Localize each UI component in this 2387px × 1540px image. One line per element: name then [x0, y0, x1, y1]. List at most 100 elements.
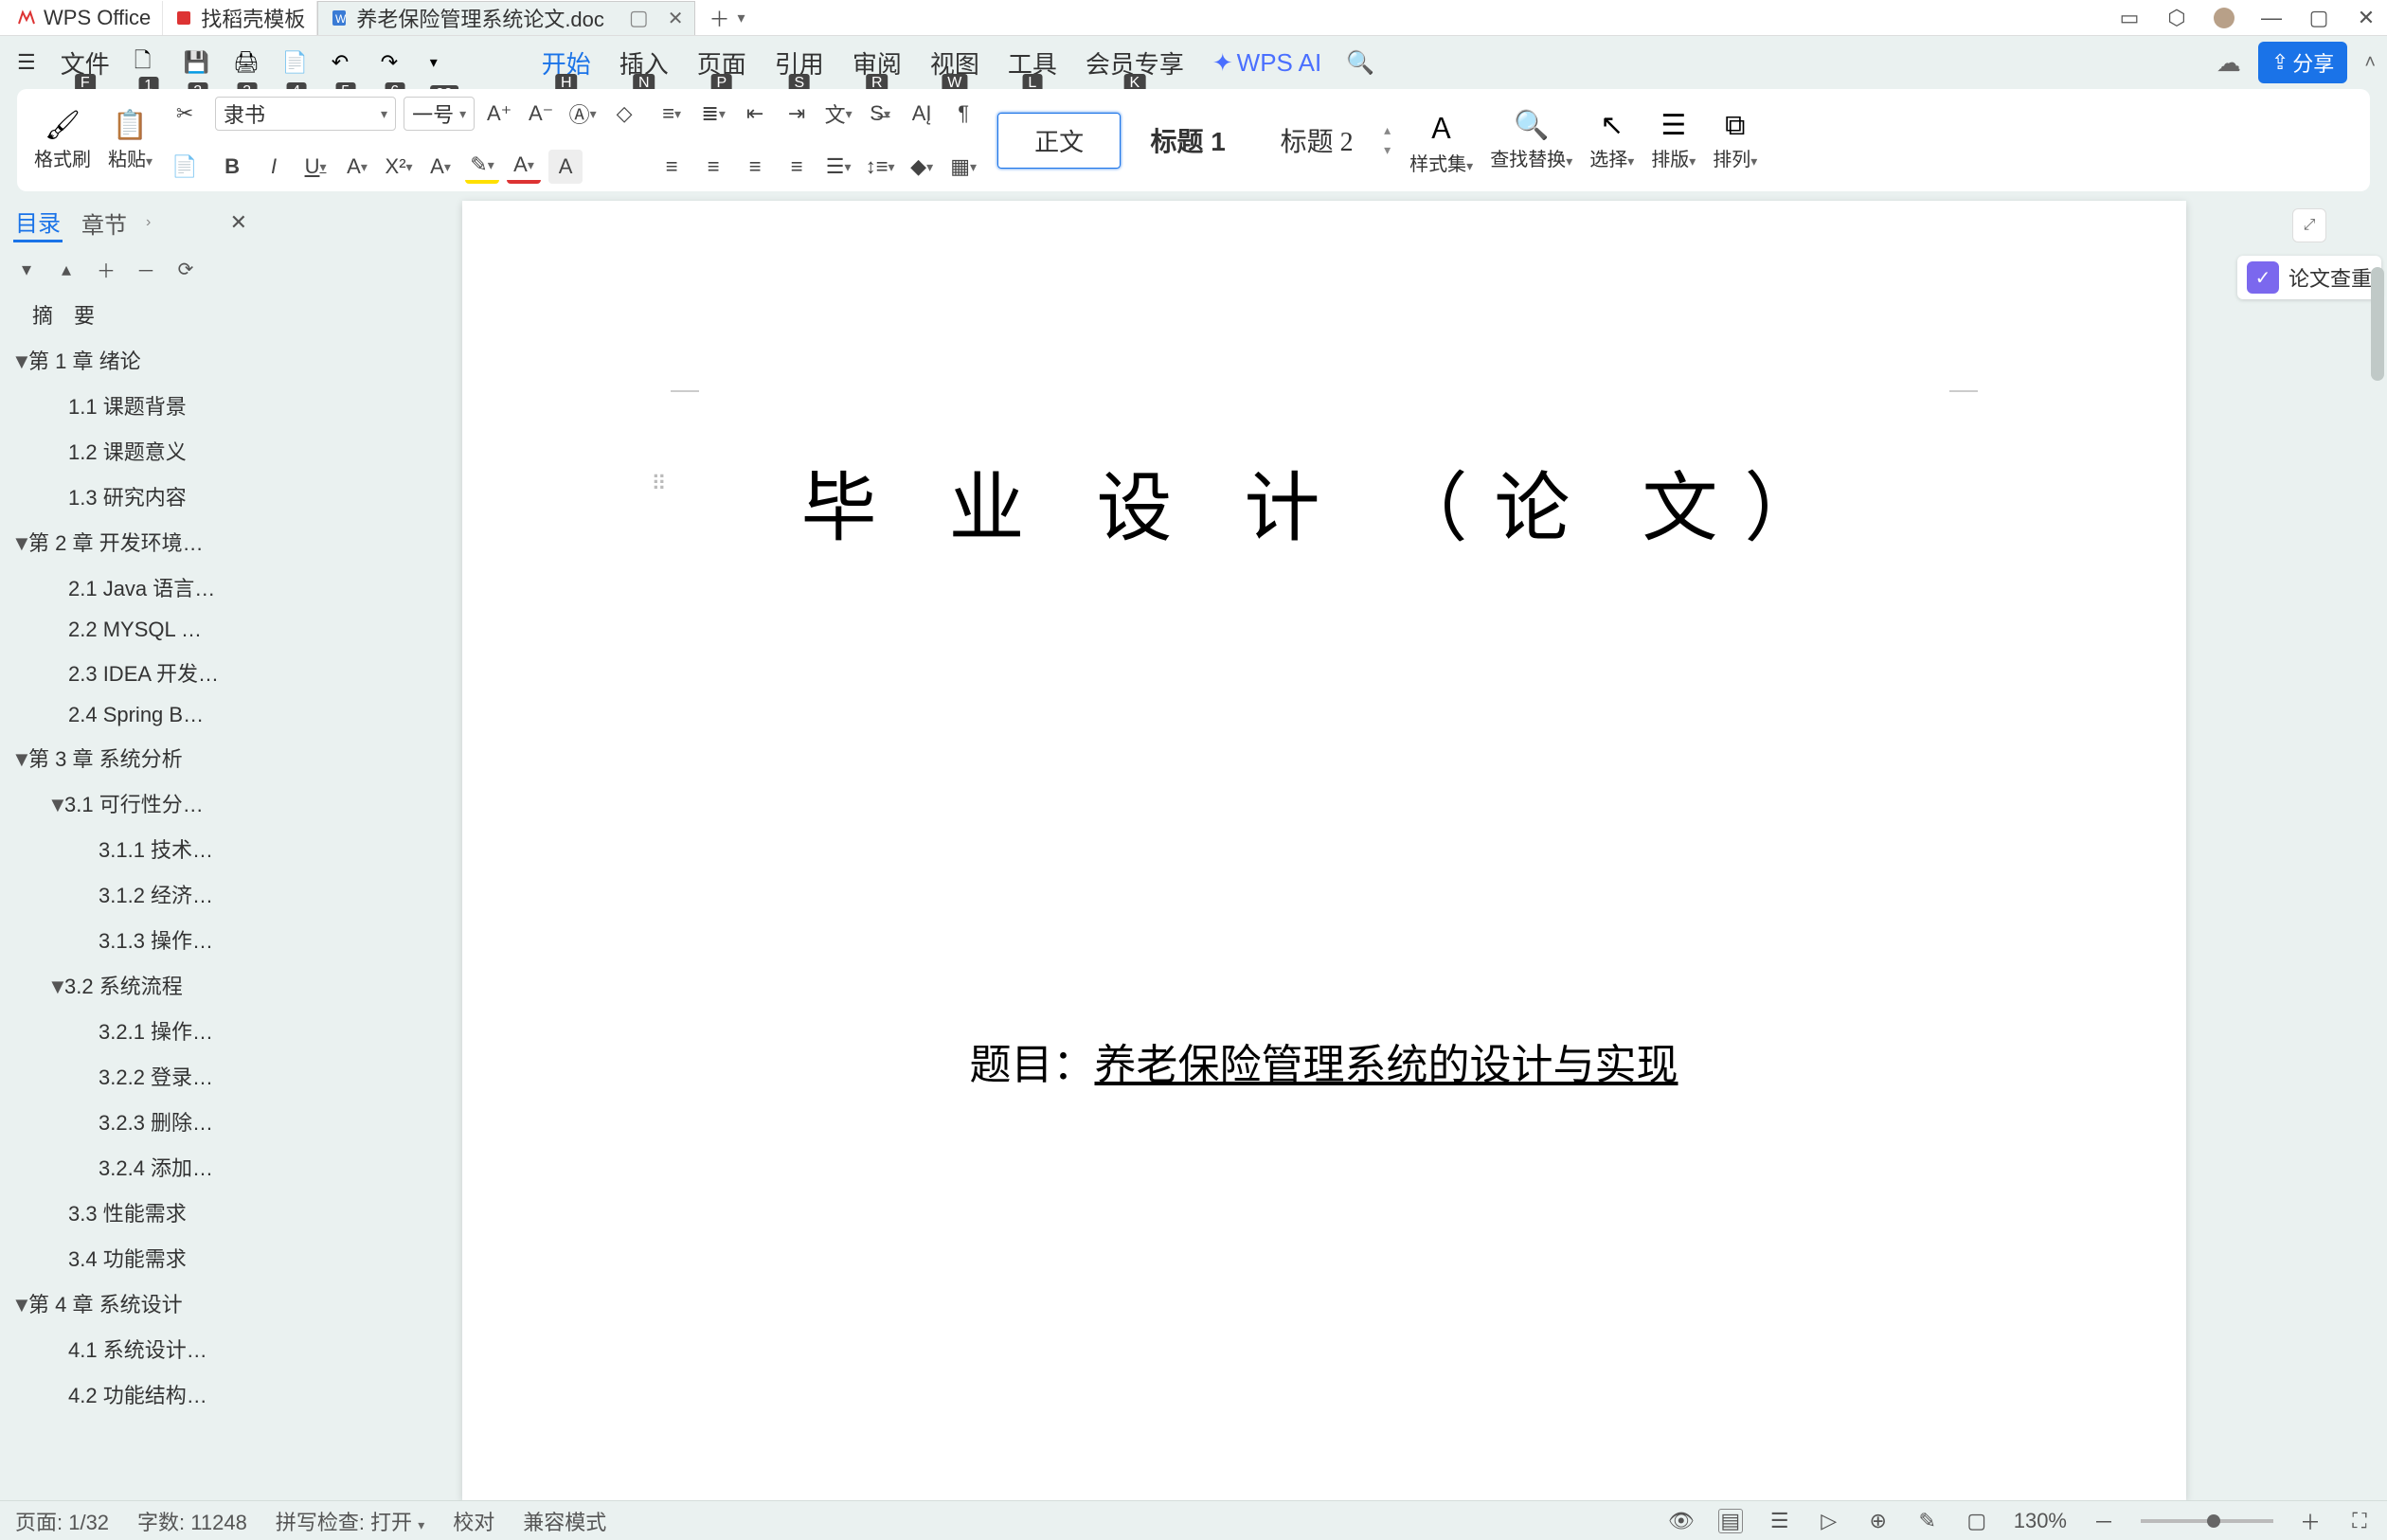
superscript-icon[interactable]: X²▾	[382, 150, 416, 184]
minimize-icon[interactable]: —	[2260, 7, 2283, 29]
quick-more-icon[interactable]: ▾	[430, 55, 438, 71]
outline-item[interactable]: 3.3 性能需求	[4, 1190, 253, 1235]
char-shading-icon[interactable]: A	[548, 150, 583, 184]
italic-icon[interactable]: I	[257, 150, 291, 184]
zoom-out-icon[interactable]: －	[2091, 1509, 2116, 1533]
font-color-icon[interactable]: A▾	[507, 150, 541, 184]
chevron-down-icon[interactable]: ▼	[11, 747, 28, 772]
tab-document[interactable]: W 养老保险管理系统论文.doc ▢ ✕	[317, 1, 695, 35]
font-size-select[interactable]: 一号▾	[404, 97, 475, 131]
styleset-icon[interactable]: Ａ	[1427, 105, 1456, 147]
cloud-icon[interactable]: ☁	[2216, 48, 2241, 78]
cut-icon[interactable]: ✂	[168, 97, 202, 131]
change-case-icon[interactable]: Ⓐ▾	[565, 97, 600, 131]
close-icon[interactable]: ✕	[668, 7, 684, 30]
view-outline-icon[interactable]: ☰	[1768, 1509, 1792, 1533]
style-heading2[interactable]: 标题 2	[1255, 111, 1378, 170]
quick-save-icon[interactable]: 💾	[184, 50, 209, 74]
outline-item[interactable]: 4.2 功能结构…	[4, 1371, 253, 1417]
numbering-icon[interactable]: ≣▾	[696, 97, 730, 131]
view-web-icon[interactable]: ⊕	[1866, 1509, 1891, 1533]
sort-icon[interactable]: AĮ	[905, 97, 939, 131]
font-name-select[interactable]: 隶书▾	[215, 97, 396, 131]
increase-font-icon[interactable]: A⁺	[482, 97, 516, 131]
borders-icon[interactable]: ▦▾	[946, 150, 980, 184]
outline-refresh-icon[interactable]: ⟳	[172, 256, 199, 282]
outline-item[interactable]: ▼第 1 章 绪论	[4, 337, 253, 383]
asian-layout-icon[interactable]: 文▾	[821, 97, 855, 131]
menu-ref[interactable]: 引用S	[771, 42, 828, 84]
outline-item[interactable]: 摘 要	[4, 292, 253, 337]
outline-item[interactable]: 2.3 IDEA 开发…	[4, 650, 253, 695]
sidebar-close-icon[interactable]: ✕	[230, 210, 247, 235]
menu-tools[interactable]: 工具L	[1004, 42, 1061, 84]
highlight-icon[interactable]: ✎▾	[465, 150, 499, 184]
outline-item[interactable]: 3.1.3 操作…	[4, 917, 253, 962]
add-tab-dropdown[interactable]: ▾	[737, 9, 745, 27]
align-left-icon[interactable]: ≡	[655, 150, 689, 184]
style-normal[interactable]: 正文	[997, 113, 1121, 169]
menu-view[interactable]: 视图W	[926, 42, 983, 84]
tab-app[interactable]: WPS Office	[6, 1, 163, 35]
outline-item[interactable]: 3.2.1 操作…	[4, 1008, 253, 1053]
avatar-icon[interactable]	[2213, 7, 2235, 29]
text-effect-icon[interactable]: A▾	[423, 150, 458, 184]
outline-item[interactable]: 3.1.2 经济…	[4, 871, 253, 917]
status-eye-icon[interactable]: 👁	[1669, 1509, 1694, 1533]
outline-item[interactable]: 3.4 功能需求	[4, 1235, 253, 1280]
outline-item[interactable]: 2.2 MYSQL …	[4, 610, 253, 650]
decrease-font-icon[interactable]: A⁻	[524, 97, 558, 131]
zoom-in-icon[interactable]: ＋	[2298, 1509, 2323, 1533]
outline-item[interactable]: ▼3.1 可行性分…	[4, 780, 253, 826]
collapse-ribbon-icon[interactable]: ˄	[2364, 52, 2376, 74]
outline-item[interactable]: 2.4 Spring B…	[4, 695, 253, 735]
document-canvas[interactable]: ⠿ 毕 业 设 计 （论 文） 题目：养老保险管理系统的设计与实现 ⤢ ✓ 论文…	[260, 191, 2387, 1500]
menu-page[interactable]: 页面P	[693, 42, 750, 84]
status-proof[interactable]: 校对	[453, 1506, 494, 1536]
paragraph-handle-icon[interactable]: ⠿	[652, 472, 665, 496]
style-scroll-up-icon[interactable]: ▴	[1384, 122, 1391, 138]
bullets-icon[interactable]: ≡▾	[655, 97, 689, 131]
cube-icon[interactable]: ⬡	[2165, 7, 2188, 29]
status-pen-icon[interactable]: ✎	[1915, 1509, 1940, 1533]
maximize-icon[interactable]: ▢	[2307, 7, 2330, 29]
font-effect-icon[interactable]: A▾	[340, 150, 374, 184]
chevron-down-icon[interactable]: ▼	[11, 531, 28, 556]
layout-icon[interactable]: ☰	[1660, 109, 1686, 142]
status-words[interactable]: 字数: 11248	[137, 1506, 247, 1536]
share-button[interactable]: ⇪分享	[2258, 42, 2347, 83]
menu-ai[interactable]: ✦WPS AI	[1209, 45, 1325, 81]
outline-remove-icon[interactable]: －	[133, 256, 159, 282]
plagiarism-check-button[interactable]: ✓ 论文查重	[2237, 256, 2381, 299]
scrollbar-thumb[interactable]	[2371, 267, 2384, 381]
outline-item[interactable]: ▼3.2 系统流程	[4, 962, 253, 1008]
chevron-down-icon[interactable]: ▼	[11, 349, 28, 374]
outdent-icon[interactable]: ⇤	[738, 97, 772, 131]
outline-item[interactable]: 3.2.4 添加…	[4, 1144, 253, 1190]
window-layout-icon[interactable]: ▭	[2118, 7, 2141, 29]
outline-item[interactable]: 3.2.3 删除…	[4, 1099, 253, 1144]
line-spacing-icon[interactable]: ↕≡▾	[863, 150, 897, 184]
menu-vip[interactable]: 会员专享K	[1082, 42, 1188, 84]
arrange-icon[interactable]: ⧉	[1725, 110, 1745, 142]
outline-item[interactable]: 2.1 Java 语言…	[4, 564, 253, 610]
zoom-value[interactable]: 130%	[2014, 1509, 2067, 1533]
outline-item[interactable]: 3.2.2 登录…	[4, 1053, 253, 1099]
outline-item[interactable]: 4.1 系统设计…	[4, 1326, 253, 1371]
outline-expand-icon[interactable]: ▴	[53, 256, 80, 282]
zoom-slider[interactable]	[2141, 1519, 2273, 1523]
sidebar-tab-next-icon[interactable]: ›	[146, 214, 151, 231]
align-justify-icon[interactable]: ≡	[780, 150, 814, 184]
paste-icon[interactable]: 📋	[113, 109, 148, 142]
shading-icon[interactable]: ◆▾	[905, 150, 939, 184]
quick-redo-icon[interactable]: ↷	[381, 50, 398, 74]
align-center-icon[interactable]: ≡	[696, 150, 730, 184]
chevron-down-icon[interactable]: ▼	[11, 1293, 28, 1317]
outline-item[interactable]: ▼第 3 章 系统分析	[4, 735, 253, 780]
view-read-icon[interactable]: ▷	[1817, 1509, 1841, 1533]
chevron-down-icon[interactable]: ▼	[47, 975, 64, 999]
outline-add-icon[interactable]: ＋	[93, 256, 119, 282]
vertical-scrollbar[interactable]	[2368, 267, 2387, 1500]
format-brush-icon[interactable]: 🖌	[45, 109, 81, 142]
fullscreen-icon[interactable]: ⛶	[2347, 1509, 2372, 1533]
